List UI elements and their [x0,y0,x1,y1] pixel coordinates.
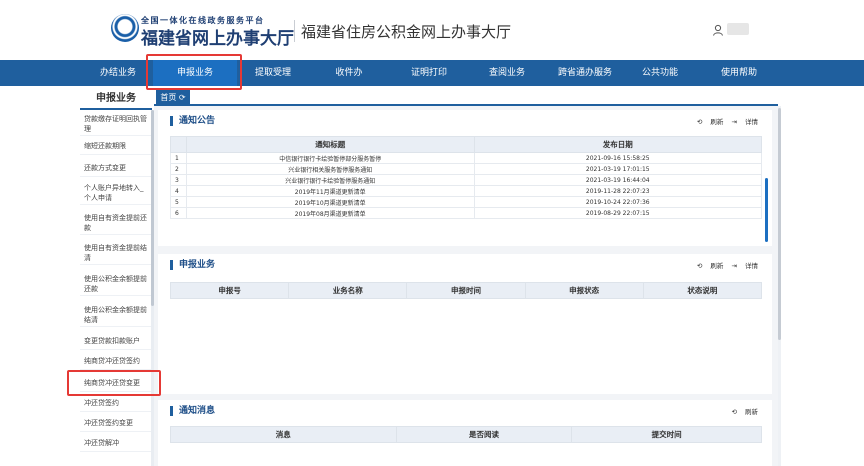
business-detail-button[interactable]: ⇥ 详情 [731,262,758,270]
notice-date-cell: 2021-03-19 17:01:15 [473,163,763,175]
sidebar-title: 申报业务 [80,88,152,110]
sidebar-item-offset-sign[interactable]: 冲还贷签约 [80,398,152,412]
notice-detail-label: 详情 [745,118,758,126]
row-index: 6 [170,207,187,219]
sidebar: 申报业务 贷款缴存证明回执管理 缩短还款期限 还款方式变更 个人账户异地转入_个… [80,88,152,466]
row-index: 4 [170,185,187,197]
table-row[interactable]: 5 2019年10月渠道更新清单 2019-10-24 22:07:36 [170,196,763,208]
business-refresh-label: 刷新 [710,262,724,270]
sidebar-item-offset-sign-change[interactable]: 冲还贷签约变更 [80,418,152,432]
nav-item-withdraw-accept[interactable]: 提取受理 [237,60,309,86]
sidebar-item-repay-method-change[interactable]: 还款方式变更 [80,163,152,177]
business-col-declare-no: 申报号 [169,282,290,299]
sidebar-item-own-funds-prepay[interactable]: 使用自有资金提前还款 [80,213,152,235]
business-col-status: 申报状态 [524,282,644,299]
notice-date-cell: 2021-09-16 15:58:25 [473,152,763,164]
table-row[interactable]: 1 中信银行银行卡绘验暂停部分服务暂停 2021-09-16 15:58:25 [170,152,763,164]
row-index: 1 [170,152,187,164]
nav-item-query[interactable]: 查阅业务 [469,60,545,86]
nav-item-receive[interactable]: 收件办 [309,60,389,86]
notice-date-cell: 2019-10-24 22:07:36 [473,196,763,208]
content-area: 首页 ⟳ 通知公告 ⟲ 刷新 ⇥ 详情 通知标题 发布日期 1 中信银行银行卡绘… [154,88,778,466]
header: 全国一体化在线政务服务平台 福建省网上办事大厅 福建省住房公积金网上办事大厅 [0,0,864,60]
message-col-submit-time: 提交时间 [571,426,762,443]
notice-panel-title: 通知公告 [170,116,215,126]
message-col-message: 消息 [170,426,397,443]
notice-refresh-button[interactable]: ⟲ 刷新 [697,118,724,126]
message-panel: 通知消息 ⟲ 刷新 消息 是否阅读 提交时间 [158,400,772,466]
main-nav: 办结业务 申报业务 提取受理 收件办 证明打印 查阅业务 跨省通办服务 公共功能… [0,60,864,86]
notice-date-cell: 2021-03-19 16:44:04 [473,174,763,186]
user-name-blurred[interactable] [727,23,749,35]
sidebar-item-loan-proof-receipt[interactable]: 贷款缴存证明回执管理 [80,114,152,136]
message-table: 消息 是否阅读 提交时间 [170,426,762,443]
notice-panel: 通知公告 ⟲ 刷新 ⇥ 详情 通知标题 发布日期 1 中信银行银行卡绘验暂停部分… [158,110,772,246]
business-panel-title: 申报业务 [170,260,215,270]
sidebar-item-fund-balance-settle[interactable]: 使用公积金余额提前结清 [80,305,152,327]
tab-home[interactable]: 首页 ⟳ [156,90,190,106]
notice-title-cell[interactable]: 兴业银行银行卡绘验暂停服务通知 [185,174,475,186]
logo-main-text: 福建省网上办事大厅 [141,29,294,49]
notice-col-date: 发布日期 [473,136,763,153]
user-icon[interactable] [712,24,724,36]
notice-title-cell[interactable]: 兴业银行相关服务暂停服务通知 [185,163,475,175]
message-panel-actions: ⟲ 刷新 [725,406,758,416]
nav-item-declare[interactable]: 申报业务 [153,60,237,86]
row-index: 5 [170,196,187,208]
table-row[interactable]: 6 2019年08月渠道更新清单 2019-08-29 22:07:15 [170,207,763,219]
emblem-logo-icon [111,14,139,42]
business-table: 申报号 业务名称 申报时间 申报状态 状态说明 [169,282,763,299]
notice-title-cell[interactable]: 2019年11月渠道更新清单 [185,185,475,197]
table-row[interactable]: 2 兴业银行相关服务暂停服务通知 2021-03-19 17:01:15 [170,163,763,175]
notice-title-cell[interactable]: 2019年10月渠道更新清单 [185,196,475,208]
message-refresh-button[interactable]: ⟲ 刷新 [731,408,758,416]
main-scrollbar-thumb[interactable] [778,108,781,340]
nav-item-cross-province[interactable]: 跨省通办服务 [545,60,625,86]
message-col-read: 是否阅读 [395,426,573,443]
site-title: 福建省住房公积金网上办事大厅 [301,23,512,41]
sidebar-item-offset-cancel[interactable]: 冲还贷解冲 [80,438,152,452]
notice-title-cell[interactable]: 2019年08月渠道更新清单 [185,207,475,219]
nav-item-help[interactable]: 使用帮助 [700,60,778,86]
row-index: 2 [170,163,187,175]
main-scrollbar[interactable] [778,106,781,466]
sidebar-item-commercial-offset-change[interactable]: 纯商贷冲还贷变更 [80,378,152,392]
notice-date-cell: 2019-11-28 22:07:23 [473,185,763,197]
notice-title-cell[interactable]: 中信银行银行卡绘验暂停部分服务暂停 [185,152,475,164]
nav-item-public-functions[interactable]: 公共功能 [625,60,695,86]
business-col-status-note: 状态说明 [642,282,763,299]
business-panel: 申报业务 ⟲ 刷新 ⇥ 详情 申报号 业务名称 申报时间 申报状态 状态说明 [158,254,772,394]
business-col-business-name: 业务名称 [288,282,408,299]
sidebar-item-own-funds-settle[interactable]: 使用自有资金提前结清 [80,243,152,265]
logo-divider [294,20,295,42]
business-panel-actions: ⟲ 刷新 ⇥ 详情 [691,260,758,270]
notice-detail-button[interactable]: ⇥ 详情 [731,118,758,126]
notice-col-title: 通知标题 [185,136,475,153]
notice-refresh-label: 刷新 [710,118,724,126]
row-index: 3 [170,174,187,186]
sidebar-item-fund-balance-prepay[interactable]: 使用公积金余额提前还款 [80,274,152,296]
business-detail-label: 详情 [745,262,758,270]
notice-panel-actions: ⟲ 刷新 ⇥ 详情 [691,116,758,126]
sidebar-item-change-debit-account[interactable]: 变更贷款扣款账户 [80,336,152,350]
message-refresh-label: 刷新 [745,408,758,416]
sidebar-item-account-transfer-in[interactable]: 个人账户异地转入_个人申请 [80,183,152,205]
table-row[interactable]: 4 2019年11月渠道更新清单 2019-11-28 22:07:23 [170,185,763,197]
notice-table: 通知标题 发布日期 1 中信银行银行卡绘验暂停部分服务暂停 2021-09-16… [170,136,763,219]
nav-item-completed[interactable]: 办结业务 [83,60,153,86]
sidebar-item-shorten-term[interactable]: 缩短还款期限 [80,141,152,155]
nav-item-certificate-print[interactable]: 证明打印 [389,60,469,86]
notice-date-cell: 2019-08-29 22:07:15 [473,207,763,219]
notice-col-index [170,136,187,153]
business-refresh-button[interactable]: ⟲ 刷新 [697,262,724,270]
table-row[interactable]: 3 兴业银行银行卡绘验暂停服务通知 2021-03-19 16:44:04 [170,174,763,186]
notice-table-scrollbar[interactable] [765,178,768,242]
sidebar-item-commercial-offset-sign[interactable]: 纯商贷冲还贷签约 [80,356,152,370]
message-panel-title: 通知消息 [170,406,215,416]
business-col-declare-time: 申报时间 [406,282,526,299]
tab-bar: 首页 ⟳ [154,88,778,106]
